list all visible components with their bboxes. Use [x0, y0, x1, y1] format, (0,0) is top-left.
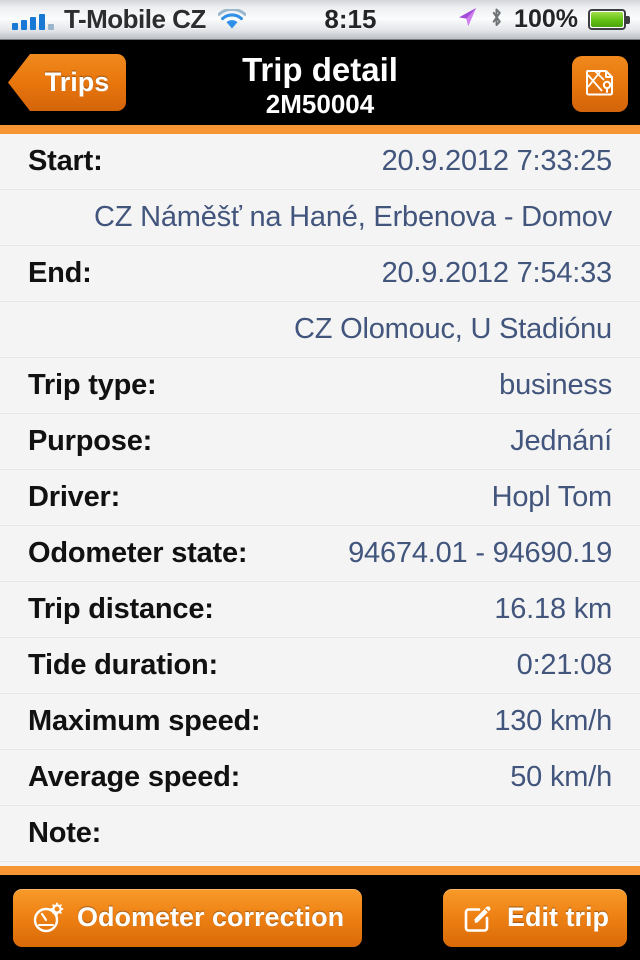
status-bar-right: 100%: [455, 5, 640, 34]
battery-full-icon: [588, 9, 630, 30]
table-row[interactable]: Driver: Hopl Tom: [0, 470, 640, 526]
row-label: End:: [28, 257, 92, 289]
navigation-bar: Trips Trip detail 2M50004: [0, 40, 640, 125]
edit-trip-button[interactable]: Edit trip: [443, 888, 627, 947]
row-value: 130 km/h: [494, 705, 612, 737]
table-row[interactable]: Purpose: Jednání: [0, 414, 640, 470]
table-row[interactable]: End: 20.9.2012 7:54:33: [0, 246, 640, 302]
row-label: Maximum speed:: [28, 705, 261, 737]
top-accent-rule: [0, 125, 640, 134]
row-value: 94674.01 - 94690.19: [348, 537, 612, 569]
clock-label: 8:15: [324, 4, 377, 34]
row-value: business: [499, 369, 612, 401]
bottom-accent-rule: [0, 866, 640, 875]
row-label: Tide duration:: [28, 649, 218, 681]
table-row[interactable]: Trip distance: 16.18 km: [0, 582, 640, 638]
row-label: Purpose:: [28, 425, 153, 457]
row-value: 20.9.2012 7:33:25: [381, 145, 613, 177]
status-bar-center: 8:15: [246, 4, 455, 35]
location-arrow-icon: [455, 5, 479, 34]
status-bar: T-Mobile CZ 8:15 100%: [0, 0, 640, 40]
battery-percent-label: 100%: [514, 5, 578, 33]
odometer-correction-button[interactable]: Odometer correction: [13, 888, 363, 947]
row-label: Average speed:: [28, 761, 241, 793]
row-value: 16.18 km: [494, 593, 612, 625]
row-label: Trip distance:: [28, 593, 214, 625]
row-label: Odometer state:: [28, 537, 248, 569]
table-row[interactable]: Tide duration: 0:21:08: [0, 638, 640, 694]
table-row[interactable]: Start: 20.9.2012 7:33:25: [0, 134, 640, 190]
table-row[interactable]: Note:: [0, 806, 640, 862]
odometer-correction-label: Odometer correction: [77, 902, 345, 932]
wifi-icon: [217, 7, 247, 31]
row-label: Trip type:: [28, 369, 157, 401]
table-row[interactable]: CZ Olomouc, U Stadiónu: [0, 302, 640, 358]
map-pin-icon: [583, 65, 617, 104]
row-value: 50 km/h: [510, 761, 612, 793]
row-value: 0:21:08: [516, 649, 613, 681]
table-row[interactable]: Odometer state: 94674.01 - 94690.19: [0, 526, 640, 582]
trip-detail-list[interactable]: Start: 20.9.2012 7:33:25 CZ Náměšť na Hané…: [0, 134, 640, 866]
edit-trip-label: Edit trip: [507, 902, 609, 932]
back-button-label: Trips: [44, 67, 110, 97]
table-row[interactable]: Average speed: 50 km/h: [0, 750, 640, 806]
map-button[interactable]: [572, 56, 628, 112]
back-button-trips[interactable]: Trips: [8, 54, 126, 111]
row-value: CZ Olomouc, U Stadiónu: [294, 313, 612, 345]
signal-bars-icon: [12, 10, 54, 30]
table-row[interactable]: Trip type: business: [0, 358, 640, 414]
table-row[interactable]: Maximum speed: 130 km/h: [0, 694, 640, 750]
row-value: CZ Náměšť na Hané, Erbenova - Domov: [93, 201, 612, 233]
row-label: Driver:: [28, 481, 121, 513]
carrier-label: T-Mobile CZ: [64, 4, 206, 34]
row-value: 20.9.2012 7:54:33: [381, 257, 613, 289]
bluetooth-icon: [489, 6, 504, 34]
row-value: Jednání: [510, 425, 612, 457]
gauge-gear-icon: [31, 901, 65, 935]
bottom-toolbar: Odometer correction Edit trip: [0, 875, 640, 960]
status-bar-left: T-Mobile CZ: [0, 4, 247, 35]
row-label: Start:: [28, 145, 103, 177]
pencil-square-icon: [461, 901, 495, 935]
app-screen: T-Mobile CZ 8:15 100% Trips Trip detail …: [0, 0, 640, 960]
row-value: Hopl Tom: [491, 481, 613, 513]
row-label: Note:: [28, 817, 102, 849]
table-row[interactable]: CZ Náměšť na Hané, Erbenova - Domov: [0, 190, 640, 246]
